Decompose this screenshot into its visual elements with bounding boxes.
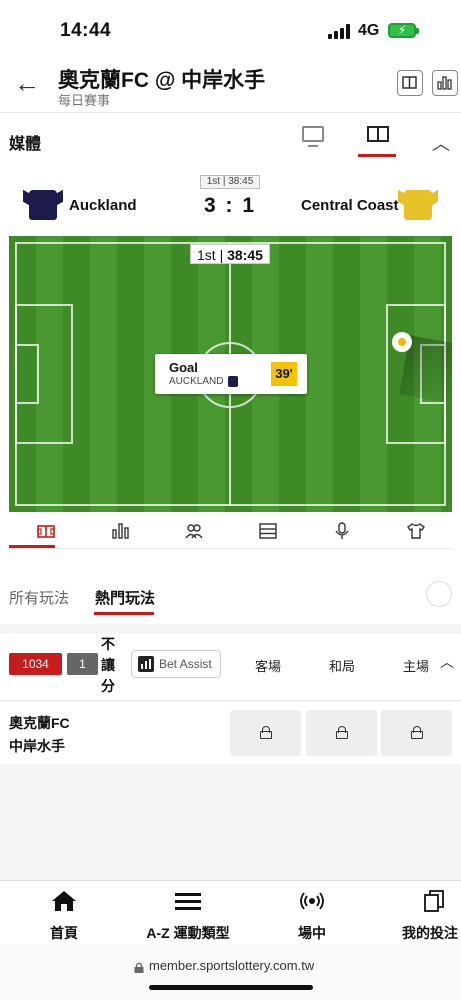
scoreboard: 1st | 38:45 Auckland 3 : 1 Central Coast [0,172,461,234]
back-arrow-icon[interactable]: ← [14,70,42,98]
left-goal-area [15,344,39,404]
browser-url-bar: member.sportslottery.com.tw [0,944,461,1000]
copy-icon [402,889,461,919]
row-home-team: 奧克蘭FC [9,715,70,731]
bet-tabs: 所有玩法 熱門玩法 [0,575,461,623]
row-away-team: 中岸水手 [9,738,65,754]
url-text[interactable]: member.sportslottery.com.tw [149,958,314,973]
column-draw: 和局 [329,659,356,674]
odds-home-button[interactable] [381,710,452,756]
market-sub-count-badge: 1 [67,653,98,675]
nav-my-bets[interactable]: 我的投注 [402,889,461,943]
market-name: 不讓分 [101,636,115,694]
options-circle[interactable] [426,581,452,607]
event-shirt-icon [228,376,238,387]
signal-icon [328,24,352,39]
nav-my-bets-label: 我的投注 [402,925,458,941]
event-minute: 39' [271,362,297,386]
lock-icon [260,726,272,739]
home-team-name: Auckland [69,197,137,214]
column-home: 主場 [403,659,430,674]
chevron-up-icon[interactable]: ︿ [440,652,454,672]
ball-position-icon [392,332,412,352]
nav-live-label: 場中 [298,925,326,941]
battery-icon: ⚡ [388,23,419,38]
bottom-nav: 首頁 A-Z 運動類型 場中 我的投注 [0,880,461,944]
column-away: 客場 [255,659,282,674]
home-shirt-icon [29,190,57,220]
header: ← 奧克蘭FC @ 中岸水手 每日賽事 [0,62,461,112]
market-header: 1034 1 不讓分 Bet Assist 客場 和局 主場 ︿ [0,634,461,700]
chevron-up-icon[interactable]: ︿ [432,130,450,156]
active-media-indicator [358,154,396,157]
media-row: 媒體 ︿ [0,116,461,164]
market-count-badge: 1034 [9,653,62,675]
tv-icon[interactable] [302,126,324,147]
pitch-tab-icon[interactable] [36,521,56,541]
commentary-tab-icon[interactable] [332,521,352,541]
tab-all-markets[interactable]: 所有玩法 [9,587,69,608]
odds-draw-button[interactable] [306,710,377,756]
status-time: 14:44 [60,20,112,41]
divider [9,548,452,549]
active-bet-tab-indicator [94,612,154,615]
divider [0,112,461,113]
event-team: AUCKLAND [169,376,224,387]
live-pitch: 1st | 38:45 Goal AUCKLAND 39' [9,236,452,512]
home-icon [44,889,84,919]
table-tab-icon[interactable] [258,521,278,541]
lock-icon [336,726,348,739]
nav-home[interactable]: 首頁 [44,889,84,943]
away-team-name: Central Coast [301,197,399,214]
pitch-clock: 1st | 38:45 [190,244,270,264]
pitch-view-icon[interactable] [367,126,389,142]
pitch-clock-period: 1st [197,247,216,263]
lineup-tab-icon[interactable] [184,521,204,541]
stats-chart-icon[interactable] [432,70,458,96]
media-label: 媒體 [9,136,42,153]
goal-event-card: Goal AUCKLAND 39' [155,354,307,394]
menu-icon [140,889,236,919]
nav-home-label: 首頁 [50,925,78,941]
odds-away-button[interactable] [230,710,301,756]
live-broadcast-icon [292,889,332,919]
status-bar: 14:44 4G ⚡ [0,0,461,62]
lock-icon [411,726,423,739]
stat-tabs [9,515,452,549]
table-row: 奧克蘭FC 中岸水手 [0,702,461,764]
divider [0,700,461,701]
network-label: 4G [358,22,380,39]
event-title: Goal [169,360,198,375]
nav-live[interactable]: 場中 [292,889,332,943]
tab-popular-markets[interactable]: 熱門玩法 [95,587,155,608]
scoreboard-icon[interactable] [397,70,423,96]
padlock-icon [134,960,144,973]
pitch-clock-time: 38:45 [227,247,263,263]
bet-assist-button[interactable]: Bet Assist [131,650,221,678]
shirt-tab-icon[interactable] [406,521,426,541]
page-subtitle: 每日賽事 [58,93,111,108]
nav-sports-label: A-Z 運動類型 [146,925,230,941]
match-score: 3 : 1 [203,194,257,217]
away-shirt-icon [404,190,432,220]
bet-assist-icon [138,656,154,672]
bet-assist-label: Bet Assist [159,657,212,671]
stats-tab-icon[interactable] [110,521,130,541]
nav-sports[interactable]: A-Z 運動類型 [140,889,236,943]
home-indicator[interactable] [149,985,313,990]
period-badge: 1st | 38:45 [200,175,260,189]
